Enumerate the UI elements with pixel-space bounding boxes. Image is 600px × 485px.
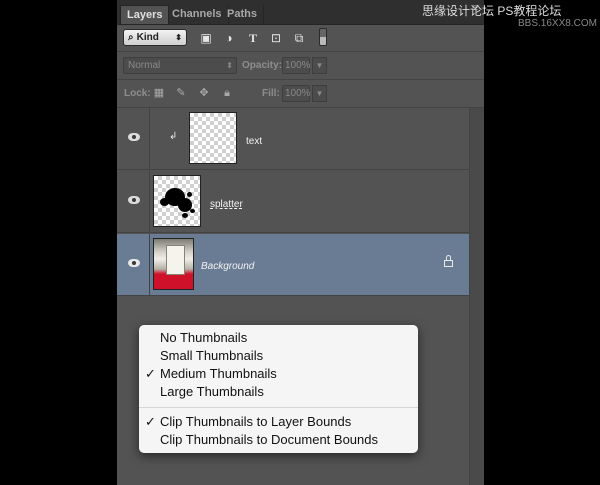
lock-transparent-pixels-icon[interactable]: ▦: [153, 87, 165, 99]
layer-name[interactable]: splatter: [210, 199, 243, 211]
blend-row: Normal ⬍ Opacity: 100% ▼: [117, 52, 484, 80]
visibility-toggle[interactable]: [117, 234, 150, 296]
fill-dropdown-button[interactable]: ▼: [312, 85, 327, 102]
watermark-line-2: BBS.16XX8.COM: [518, 18, 597, 29]
filter-row: ⌕ Kind ⬍ ▣ ◑ T ⊡ ⧉: [117, 25, 484, 52]
lock-icon: [444, 255, 453, 267]
menu-item-medium-thumbnails[interactable]: ✓ Medium Thumbnails: [139, 365, 418, 383]
checkmark-icon: ✓: [145, 366, 156, 381]
kind-filter-label: Kind: [136, 32, 159, 43]
splatter-shape: [190, 209, 195, 213]
splatter-shape: [187, 192, 192, 197]
watermark-line-1: 思缘设计论坛 PS教程论坛: [422, 4, 562, 18]
menu-item-label: Clip Thumbnails to Document Bounds: [160, 432, 378, 447]
menu-item-label: No Thumbnails: [160, 330, 248, 345]
eye-icon: [128, 196, 140, 204]
visibility-toggle[interactable]: [117, 171, 150, 233]
clipping-mask-arrow-icon: ↲: [169, 131, 178, 142]
search-icon: ⌕: [128, 32, 134, 43]
menu-item-clip-to-document-bounds[interactable]: Clip Thumbnails to Document Bounds: [139, 431, 418, 449]
fill-label: Fill:: [262, 88, 280, 99]
tab-paths[interactable]: Paths: [221, 5, 264, 24]
menu-item-large-thumbnails[interactable]: Large Thumbnails: [139, 383, 418, 401]
opacity-field[interactable]: 100%: [282, 57, 311, 74]
stepper-arrows-icon: ⬍: [226, 61, 233, 70]
chevron-down-icon: ▼: [315, 61, 324, 70]
smart-object-filter-icon[interactable]: ⧉: [292, 31, 306, 45]
layer-list: ↲ text splatter Background: [117, 108, 470, 297]
filter-toggle-switch[interactable]: [319, 28, 327, 46]
menu-separator: [139, 407, 418, 408]
menu-item-label: Small Thumbnails: [160, 348, 264, 363]
layer-name[interactable]: text: [246, 136, 262, 148]
stepper-arrows-icon: ⬍: [175, 33, 182, 42]
menu-item-clip-to-layer-bounds[interactable]: ✓ Clip Thumbnails to Layer Bounds: [139, 413, 418, 431]
menu-item-label: Medium Thumbnails: [160, 366, 277, 381]
layer-row-splatter[interactable]: splatter: [117, 171, 470, 233]
opacity-dropdown-button[interactable]: ▼: [312, 57, 327, 74]
fill-field[interactable]: 100%: [282, 85, 311, 102]
blend-mode-value: Normal: [128, 60, 161, 71]
splatter-shape: [182, 213, 188, 218]
thumbnail-context-menu: No Thumbnails Small Thumbnails ✓ Medium T…: [139, 325, 418, 453]
blend-mode-dropdown[interactable]: Normal ⬍: [123, 57, 237, 74]
image-filter-icon[interactable]: ▣: [199, 31, 213, 45]
layer-row-background[interactable]: Background: [117, 234, 470, 296]
shape-filter-icon[interactable]: ⊡: [269, 31, 283, 45]
layer-thumbnail: [153, 175, 201, 227]
layer-name[interactable]: Background: [201, 261, 254, 273]
tab-channels[interactable]: Channels: [166, 5, 229, 24]
lock-row: Lock: ▦ ✎ ✥ 🔒︎ Fill: 100% ▼: [117, 80, 484, 108]
lock-image-pixels-icon[interactable]: ✎: [175, 87, 187, 99]
menu-item-no-thumbnails[interactable]: No Thumbnails: [139, 329, 418, 347]
checkmark-icon: ✓: [145, 414, 156, 429]
adjustment-filter-icon[interactable]: ◑: [222, 31, 236, 45]
menu-item-label: Large Thumbnails: [160, 384, 264, 399]
eye-icon: [128, 259, 140, 267]
eye-icon: [128, 133, 140, 141]
layer-thumbnail: [153, 238, 194, 290]
kind-filter-dropdown[interactable]: ⌕ Kind ⬍: [123, 29, 187, 46]
lock-position-icon[interactable]: ✥: [198, 87, 210, 99]
menu-item-label: Clip Thumbnails to Layer Bounds: [160, 414, 352, 429]
layer-row-text[interactable]: ↲ text: [117, 108, 470, 170]
menu-item-small-thumbnails[interactable]: Small Thumbnails: [139, 347, 418, 365]
scrollbar[interactable]: [469, 108, 484, 485]
layer-thumbnail: [189, 112, 237, 164]
splatter-shape: [160, 198, 169, 206]
tab-layers[interactable]: Layers: [120, 5, 170, 24]
lock-label: Lock:: [124, 88, 151, 99]
lock-all-icon[interactable]: 🔒︎: [221, 87, 233, 99]
type-filter-icon[interactable]: T: [246, 31, 260, 45]
opacity-label: Opacity:: [242, 60, 283, 71]
chevron-down-icon: ▼: [315, 89, 324, 98]
visibility-toggle[interactable]: [117, 108, 150, 170]
